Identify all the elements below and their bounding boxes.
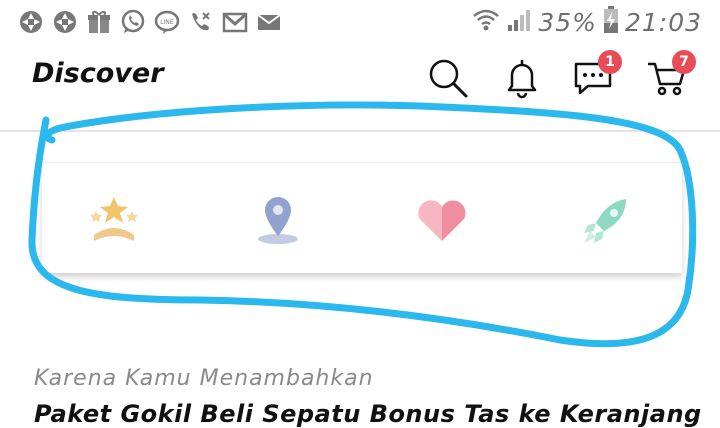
signal-icon	[506, 7, 532, 37]
gift-icon	[86, 9, 112, 35]
bell-icon	[507, 60, 537, 99]
category-rocket[interactable]	[576, 191, 636, 251]
category-location[interactable]	[248, 191, 308, 251]
battery-charging-icon	[603, 6, 619, 38]
missed-call-icon	[188, 9, 214, 35]
aperture-icon	[52, 9, 78, 35]
category-favorite[interactable]	[412, 191, 472, 251]
search-button[interactable]	[426, 56, 470, 100]
gmail-icon	[222, 9, 248, 35]
location-pin-icon	[258, 197, 298, 244]
category-stars[interactable]	[84, 191, 144, 251]
chat-button[interactable]: 1	[572, 50, 622, 100]
app-bar: Discover 1 7	[0, 46, 720, 130]
mail-icon	[256, 9, 282, 35]
cart-badge: 7	[672, 50, 696, 74]
chat-badge: 1	[598, 50, 622, 74]
battery-percent: 35%	[538, 7, 597, 37]
clock: 21:03	[624, 7, 702, 37]
wifi-icon	[472, 7, 500, 37]
line-icon: LINE	[154, 9, 180, 35]
system-status: 35% 21:03	[472, 6, 702, 38]
heart-icon	[418, 200, 466, 241]
whatsapp-icon	[120, 9, 146, 35]
notification-icons: LINE	[18, 9, 282, 35]
section-label: Karena Kamu Menambahkan	[34, 366, 374, 391]
status-bar: LINE 35% 21:03	[0, 0, 720, 46]
page-title: Discover	[32, 58, 164, 89]
search-icon	[429, 59, 468, 98]
rocket-icon	[584, 199, 626, 243]
category-shortcuts	[42, 162, 682, 273]
stars-icon	[90, 197, 138, 241]
aperture-icon	[18, 9, 44, 35]
svg-text:LINE: LINE	[160, 19, 174, 26]
cart-button[interactable]: 7	[646, 50, 696, 100]
section-title[interactable]: Paket Gokil Beli Sepatu Bonus Tas ke Ker…	[34, 400, 702, 428]
header-divider	[0, 130, 720, 132]
notification-button[interactable]	[500, 56, 544, 100]
